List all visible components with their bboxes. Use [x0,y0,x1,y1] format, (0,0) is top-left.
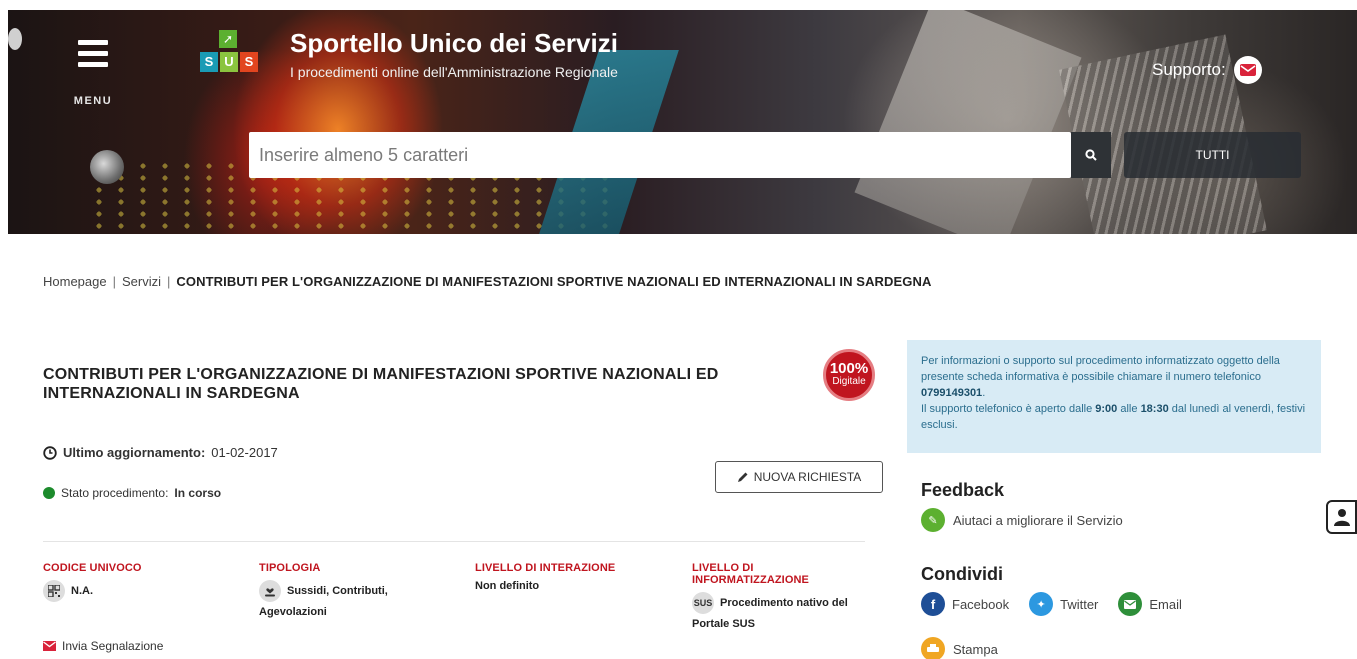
status-label: Stato procedimento: [61,486,169,500]
user-icon [1333,509,1350,526]
header-decoration [90,150,124,184]
clock-icon [43,445,57,460]
unique-code-column: CODICE UNIVOCO N.A. [43,562,253,602]
sus-icon: SUS [692,592,714,614]
search-button[interactable] [1071,132,1111,178]
category-filter-button[interactable]: TUTTI [1124,132,1301,178]
hamburger-icon [78,40,108,45]
envelope-icon [43,641,56,651]
column-heading: LIVELLO DI INTERAZIONE [475,562,616,574]
last-updated: Ultimo aggiornamento: 01-02-2017 [43,445,278,460]
new-request-button[interactable]: NUOVA RICHIESTA [715,461,883,493]
menu-label: MENU [73,95,113,107]
breadcrumb-current: CONTRIBUTI PER L'ORGANIZZAZIONE DI MANIF… [176,274,932,289]
column-heading: TIPOLOGIA [259,562,321,574]
support-link[interactable]: Supporto: [1152,56,1262,84]
share-heading: Condividi [921,564,1003,584]
search-input[interactable] [249,132,1071,178]
email-icon [1118,592,1143,616]
feedback-link[interactable]: ✎ Aiutaci a migliorare il Servizio [921,508,1123,532]
column-heading: LIVELLO DI INFORMATIZZAZIONE [692,562,809,586]
pencil-icon [737,472,748,482]
support-label: Supporto: [1152,60,1226,79]
share-facebook[interactable]: f Facebook [921,592,1009,616]
column-value: N.A. [71,584,93,597]
digitalization-level-column: LIVELLO DI INFORMATIZZAZIONE SUS Procedim… [692,562,872,634]
search-icon [1085,149,1097,161]
breadcrumb: Homepage | Servizi | CONTRIBUTI PER L'ORGANI… [43,274,932,289]
hand-heart-icon [259,580,281,602]
share-row: f Facebook ✦ Twitter Email [921,592,1194,616]
accessibility-button[interactable] [1326,500,1357,534]
column-value: Non definito [475,580,540,592]
sus-logo[interactable]: ➚ S U S [196,30,266,90]
updated-label: Ultimo aggiornamento: [63,445,206,460]
breadcrumb-services[interactable]: Servizi [122,274,161,289]
facebook-icon: f [921,592,945,616]
support-phone[interactable]: 0799149301 [921,387,982,399]
status-value: In corso [174,486,222,500]
cursor-arrow-icon: ➚ [219,30,237,48]
twitter-icon: ✦ [1029,592,1054,616]
logo-letter: S [240,52,258,72]
share-email[interactable]: Email [1118,592,1182,616]
digital-badge: 100% Digitale [823,349,875,401]
updated-value: 01-02-2017 [211,445,278,460]
site-title[interactable]: Sportello Unico dei Servizi [290,28,618,59]
logo-letter: U [220,52,238,72]
envelope-icon[interactable] [1233,56,1262,84]
column-heading: CODICE UNIVOCO [43,562,142,574]
divider [43,541,865,542]
report-link[interactable]: Invia Segnalazione [43,639,163,653]
header-decoration [854,10,1082,234]
header-decoration [8,28,22,50]
feedback-chat-icon: ✎ [921,508,945,532]
qr-code-icon [43,580,65,602]
status-dot-icon [43,487,55,499]
column-value: Procedimento nativo del Portale SUS [692,596,848,630]
page-title: CONTRIBUTI PER L'ORGANIZZAZIONE DI MANIF… [43,366,719,402]
site-subtitle: I procedimenti online dell'Amministrazio… [290,64,618,80]
share-twitter[interactable]: ✦ Twitter [1029,592,1098,616]
feedback-heading: Feedback [921,480,1005,500]
typology-column: TIPOLOGIA Sussidi, Contributi, Agevolazi… [259,562,434,622]
support-info-box: Per informazioni o supporto sul procedim… [907,340,1321,453]
logo-letter: S [200,52,218,72]
breadcrumb-home[interactable]: Homepage [43,274,107,289]
interaction-level-column: LIVELLO DI INTERAZIONE Non definito [475,562,685,596]
share-print[interactable]: Stampa [921,637,998,659]
menu-button[interactable]: MENU [70,40,120,110]
procedure-status: Stato procedimento: In corso [43,486,221,500]
printer-icon [921,637,945,659]
